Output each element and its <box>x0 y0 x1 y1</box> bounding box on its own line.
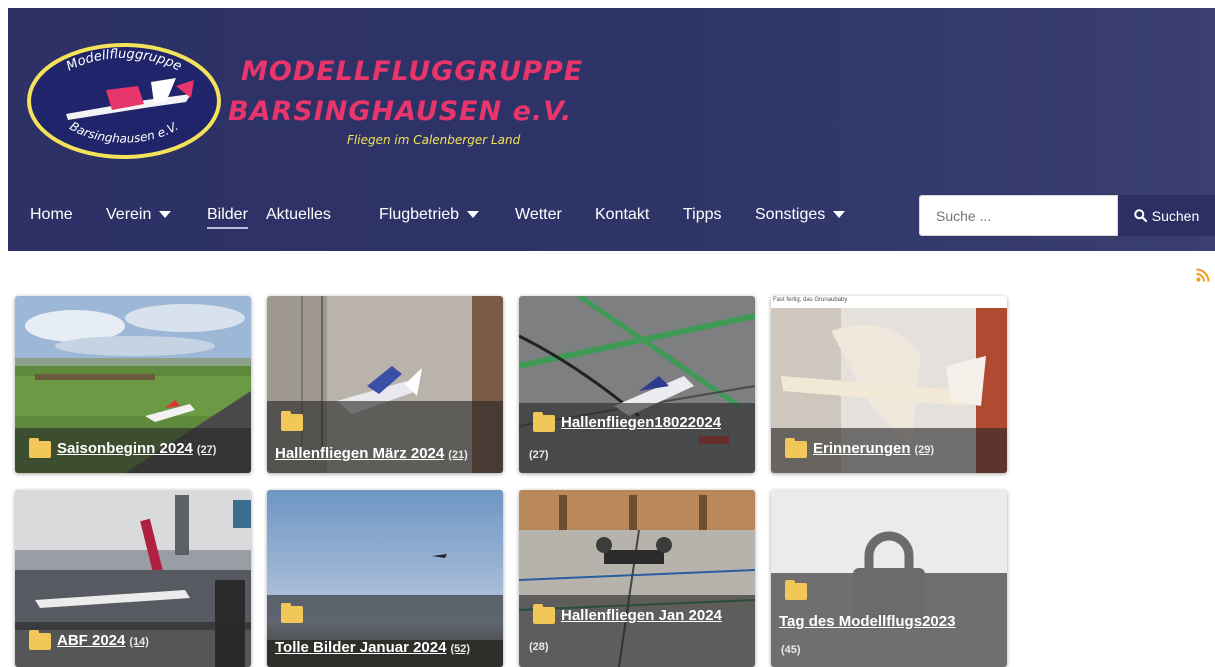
photo-caption: Fast fertig, das Grunaubaby <box>773 297 848 303</box>
folder-icon <box>29 630 51 650</box>
brand-title-line1[interactable]: MODELLFLUGGRUPPE <box>241 56 583 87</box>
chevron-down-icon <box>467 211 480 219</box>
album-card-hallenfliegen-maerz[interactable]: Hallenfliegen März 2024 (21) <box>267 296 503 473</box>
nav-label: Tipps <box>683 206 722 223</box>
brand-tagline: Fliegen im Calenberger Land <box>347 133 521 147</box>
album-caption-band <box>267 401 503 473</box>
nav-label: Kontakt <box>595 206 650 223</box>
album-title: ABF 2024 <box>57 632 126 649</box>
nav-item-sonstiges[interactable]: Sonstiges <box>755 198 846 242</box>
album-title-link[interactable]: Hallenfliegen18022024 <box>561 414 721 431</box>
album-title-link[interactable]: Tag des Modellflugs2023 <box>779 613 955 630</box>
club-logo-icon[interactable]: Modellfluggruppe Barsinghausen e.V. <box>26 42 222 160</box>
album-card-abf-2024[interactable]: ABF 2024 (14) <box>15 490 251 667</box>
nav-item-kontakt[interactable]: Kontakt <box>595 198 649 242</box>
brand-title-line2[interactable]: BARSINGHAUSEN e.V. <box>228 96 572 127</box>
album-count: (27) <box>196 444 217 456</box>
album-card-hallenfliegen18022024[interactable]: Hallenfliegen18022024 (27) <box>519 296 755 473</box>
folder-icon <box>29 438 51 458</box>
main-nav: Home Verein Bilder Aktuelles Flugbetrieb… <box>8 198 908 242</box>
nav-label: Verein <box>106 206 152 223</box>
album-title-link[interactable]: Saisonbeginn 2024 (27) <box>57 440 216 457</box>
album-count: (29) <box>914 444 935 456</box>
nav-item-wetter[interactable]: Wetter <box>515 198 562 242</box>
album-title: Saisonbeginn 2024 <box>57 440 193 457</box>
album-title-link[interactable]: Hallenfliegen Jan 2024 <box>561 607 722 624</box>
album-title-link[interactable]: Erinnerungen (29) <box>813 440 934 457</box>
folder-icon <box>533 412 555 432</box>
album-count: (52) <box>450 643 471 655</box>
rss-icon[interactable] <box>1196 268 1210 282</box>
chevron-down-icon <box>159 211 172 219</box>
album-title: Hallenfliegen März 2024 <box>275 445 445 462</box>
nav-item-tipps[interactable]: Tipps <box>683 198 722 242</box>
search-button-label: Suchen <box>1151 207 1200 224</box>
nav-label: Flugbetrieb <box>379 206 460 223</box>
nav-label: Aktuelles <box>266 206 331 223</box>
album-count: (28) <box>529 641 549 653</box>
folder-icon <box>281 411 303 431</box>
nav-label: Home <box>30 206 73 223</box>
album-title-link[interactable]: ABF 2024 (14) <box>57 632 149 649</box>
nav-item-aktuelles[interactable]: Aktuelles <box>266 198 331 242</box>
nav-item-bilder[interactable]: Bilder <box>207 198 248 242</box>
album-card-saisonbeginn[interactable]: Saisonbeginn 2024 (27) <box>15 296 251 473</box>
nav-item-verein[interactable]: Verein <box>106 198 172 242</box>
search-input[interactable] <box>919 195 1118 236</box>
folder-icon <box>281 603 303 623</box>
search-icon <box>1134 209 1147 222</box>
folder-icon <box>785 580 807 600</box>
folder-icon <box>533 604 555 624</box>
album-title-link[interactable]: Tolle Bilder Januar 2024 (52) <box>275 639 470 656</box>
album-count: (14) <box>129 636 149 648</box>
album-title: Erinnerungen <box>813 440 911 457</box>
site-header: Modellfluggruppe Barsinghausen e.V. MODE… <box>8 8 1215 251</box>
album-card-erinnerungen[interactable]: Fast fertig, das Grunaubaby Erinnerungen… <box>771 296 1007 473</box>
nav-item-home[interactable]: Home <box>30 198 73 242</box>
album-count: (45) <box>781 644 801 656</box>
album-card-tag-des-modellflugs[interactable]: Tag des Modellflugs2023 (45) <box>771 490 1007 667</box>
nav-label: Wetter <box>515 206 562 223</box>
nav-item-flugbetrieb[interactable]: Flugbetrieb <box>379 198 480 242</box>
album-card-hallenfliegen-jan[interactable]: Hallenfliegen Jan 2024 (28) <box>519 490 755 667</box>
album-count: (27) <box>529 449 549 461</box>
chevron-down-icon <box>833 211 846 219</box>
album-count: (21) <box>448 449 468 461</box>
album-caption-band <box>519 595 755 667</box>
folder-icon <box>785 438 807 458</box>
album-title-link[interactable]: Hallenfliegen März 2024 (21) <box>275 445 468 462</box>
album-card-tolle-bilder[interactable]: Tolle Bilder Januar 2024 (52) <box>267 490 503 667</box>
nav-label: Bilder <box>207 206 248 229</box>
search-button[interactable]: Suchen <box>1118 195 1215 236</box>
album-title: Tolle Bilder Januar 2024 <box>275 639 447 656</box>
nav-label: Sonstiges <box>755 206 826 223</box>
